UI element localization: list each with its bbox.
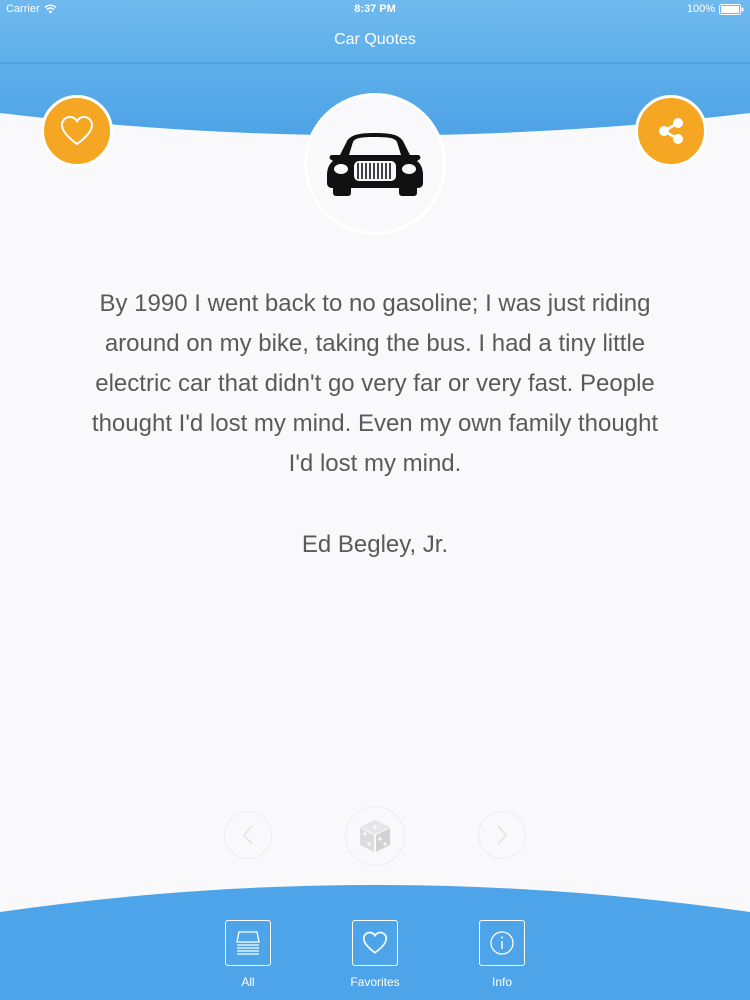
heart-outline-icon: [60, 115, 94, 146]
status-time: 8:37 PM: [354, 3, 396, 15]
battery-icon: [719, 3, 744, 15]
quote-author: Ed Begley, Jr.: [301, 531, 449, 558]
tab-info[interactable]: Info: [462, 920, 542, 989]
tab-favorites[interactable]: Favorites: [335, 920, 415, 989]
stack-icon: [236, 931, 260, 955]
random-quote-button[interactable]: [345, 806, 405, 866]
tab-all[interactable]: All: [208, 920, 288, 989]
heart-outline-icon: [362, 931, 388, 954]
app-screen: Carrier 8:37 PM 100% Car Quotes By 1990 …: [0, 0, 750, 1000]
tab-all-label: All: [241, 975, 255, 989]
share-button[interactable]: [635, 95, 707, 167]
chevron-right-icon: [497, 825, 508, 845]
chevron-left-icon: [242, 825, 253, 845]
car-front-icon: [327, 133, 423, 196]
dice-icon: [360, 820, 390, 852]
battery-status: 100%: [687, 3, 744, 15]
tab-all-icon-box: [225, 920, 271, 966]
battery-percent: 100%: [686, 3, 715, 15]
favorite-button[interactable]: [41, 95, 113, 167]
info-icon: [490, 931, 514, 955]
next-quote-button[interactable]: [478, 811, 526, 859]
tab-info-label: Info: [491, 975, 512, 989]
tab-info-icon-box: [479, 920, 525, 966]
quote-text: By 1990 I went back to no gasoline; I wa…: [91, 290, 659, 477]
app-logo: [304, 93, 446, 235]
tab-favorites-icon-box: [352, 920, 398, 966]
tab-favorites-label: Favorites: [350, 975, 400, 989]
status-bar: Carrier 8:37 PM 100%: [0, 0, 750, 20]
nav-title: Car Quotes: [334, 31, 416, 48]
previous-quote-button[interactable]: [224, 811, 272, 859]
share-icon: [659, 118, 683, 144]
